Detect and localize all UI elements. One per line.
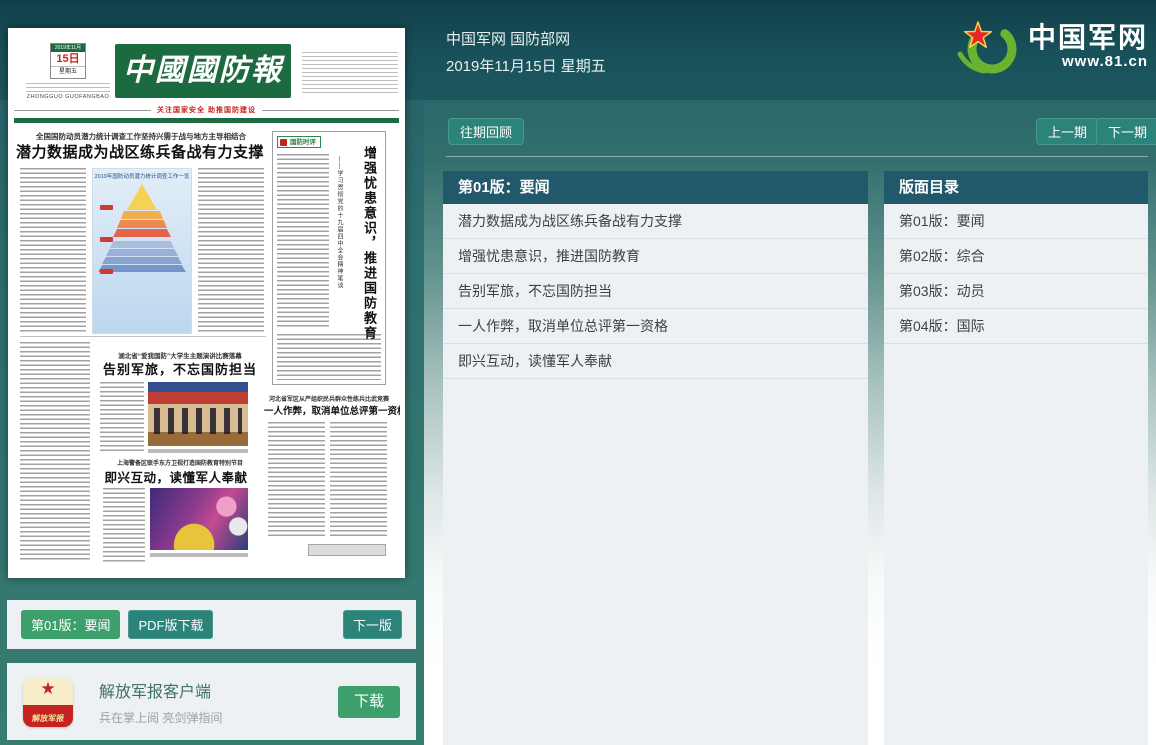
pdf-download-button[interactable]: PDF版下载 [128, 610, 213, 639]
newspaper-masthead-title: 中國國防報 [115, 44, 291, 98]
app-texts: 解放军报客户端 兵在掌上阅 亮剑弹指间 [99, 678, 222, 726]
directory-page-link[interactable]: 第03版：动员 [884, 274, 1148, 309]
page: 中国军网 国防部网 2019年11月15日 星期五 中国军网 www.81.cn… [0, 0, 1156, 745]
article-link[interactable]: 即兴互动，读懂军人奉献 [443, 344, 868, 379]
article-link[interactable]: 告别军旅，不忘国防担当 [443, 274, 868, 309]
masthead-romanized: ZHONGGUO GUOFANGBAO [18, 94, 118, 100]
infographic-title: 2019年国防动员潜力统计调查工作一览 [93, 172, 191, 180]
prev-issue-button[interactable]: 上一期 [1036, 118, 1099, 145]
site-logo[interactable]: 中国军网 www.81.cn [954, 16, 1148, 78]
story4-photo [150, 488, 248, 550]
masthead-micro-text [26, 83, 110, 92]
app-icon-title: 解放军报 [23, 713, 73, 724]
photo-people [154, 408, 242, 434]
article-link[interactable]: 一人作弊，取消单位总评第一资格 [443, 309, 868, 344]
lead-text-column [198, 168, 264, 332]
story3-text-column [330, 422, 387, 536]
star-icon: ★ [23, 677, 73, 702]
commentary-box: 国防时评 ——学习贯彻党的十九届四中全会精神笔谈 增强忧患意识，推进国防教育 [272, 131, 386, 385]
story3-kicker: 河北省军区从严组织民兵群众性练兵比武竞赛 [268, 394, 390, 403]
directory-page-link[interactable]: 第02版：综合 [884, 239, 1148, 274]
infographic-label-chip [100, 269, 113, 274]
commentary-subtitle: ——学习贯彻党的十九届四中全会精神笔谈 [335, 156, 344, 324]
directory-panel-title: 版面目录 [884, 171, 1148, 204]
masthead-green-bar [14, 118, 399, 123]
page-directory-panel: 版面目录 第01版：要闻 第02版：综合 第03版：动员 第04版：国际 [884, 171, 1148, 745]
commentary-text-column [277, 154, 329, 328]
photo-caption [148, 449, 248, 453]
lead-headline: 潜力数据成为战区练兵备战有力支撑 [12, 141, 268, 162]
story4-text-column [103, 488, 145, 562]
commentary-label: 国防时评 [277, 136, 321, 148]
logo-url: www.81.cn [1028, 53, 1148, 71]
article-link[interactable]: 增强忧患意识，推进国防教育 [443, 239, 868, 274]
story3-text-column [268, 422, 325, 536]
article-panel-title: 第01版：要闻 [443, 171, 868, 204]
app-download-button[interactable]: 下载 [338, 686, 400, 718]
section-rule [20, 336, 266, 337]
story2-text-column [100, 382, 144, 452]
commentary-text-bottom [277, 334, 381, 380]
past-issues-button[interactable]: 往期回顾 [448, 118, 524, 145]
logo-text: 中国军网 www.81.cn [1028, 23, 1148, 71]
site-title: 中国军网 国防部网 [446, 28, 570, 49]
lead-text-column [20, 168, 86, 332]
photo-caption [150, 553, 248, 557]
app-title: 解放军报客户端 [99, 678, 222, 702]
logo-name: 中国军网 [1028, 23, 1148, 53]
app-icon: ★ 解放军报 [23, 677, 73, 727]
infographic-label-chip [100, 205, 113, 210]
pyramid-infographic: 2019年国防动员潜力统计调查工作一览 [92, 168, 192, 334]
newspaper-front-page[interactable]: 2019年11月 15日 星期五 ZHONGGUO GUOFANGBAO 中國國… [8, 28, 405, 578]
story3-headline: 一人作弊，取消单位总评第一资格 [264, 403, 400, 417]
article-list-panel: 第01版：要闻 潜力数据成为战区练兵备战有力支撑 增强忧患意识，推进国防教育 告… [443, 171, 868, 745]
logo-star-swoosh-icon [954, 16, 1024, 78]
site-date: 2019年11月15日 星期五 [446, 55, 606, 76]
story4-kicker: 上海警备区联手东方卫视打造国防教育特别节目 [104, 458, 256, 467]
toolbar-divider [446, 156, 1148, 157]
editor-credit-box [308, 544, 386, 556]
directory-page-link[interactable]: 第04版：国际 [884, 309, 1148, 344]
next-issue-button[interactable]: 下一期 [1096, 118, 1156, 145]
article-link[interactable]: 潜力数据成为战区练兵备战有力支撑 [443, 204, 868, 239]
masthead-slogan-row: 关注国家安全 助推国防建设 [14, 105, 399, 115]
masthead-slogan: 关注国家安全 助推国防建设 [157, 105, 256, 115]
commentary-label-icon [280, 139, 287, 146]
current-page-badge[interactable]: 第01版：要闻 [21, 610, 120, 639]
left-text-column [20, 342, 90, 562]
app-subtitle: 兵在掌上阅 亮剑弹指间 [99, 709, 222, 726]
story2-headline: 告别军旅，不忘国防担当 [100, 359, 260, 378]
page-controls-panel: 第01版：要闻 PDF版下载 下一版 [7, 600, 416, 649]
masthead-publication-info [302, 52, 398, 94]
next-page-button[interactable]: 下一版 [343, 610, 402, 639]
infographic-label-chip [100, 237, 113, 242]
story4-headline: 即兴互动，读懂军人奉献 [102, 467, 250, 486]
newspaper-date-box: 2019年11月 15日 星期五 [50, 43, 86, 79]
app-promo-panel: ★ 解放军报 解放军报客户端 兵在掌上阅 亮剑弹指间 下载 [7, 663, 416, 740]
story2-photo [148, 382, 248, 446]
directory-page-link[interactable]: 第01版：要闻 [884, 204, 1148, 239]
